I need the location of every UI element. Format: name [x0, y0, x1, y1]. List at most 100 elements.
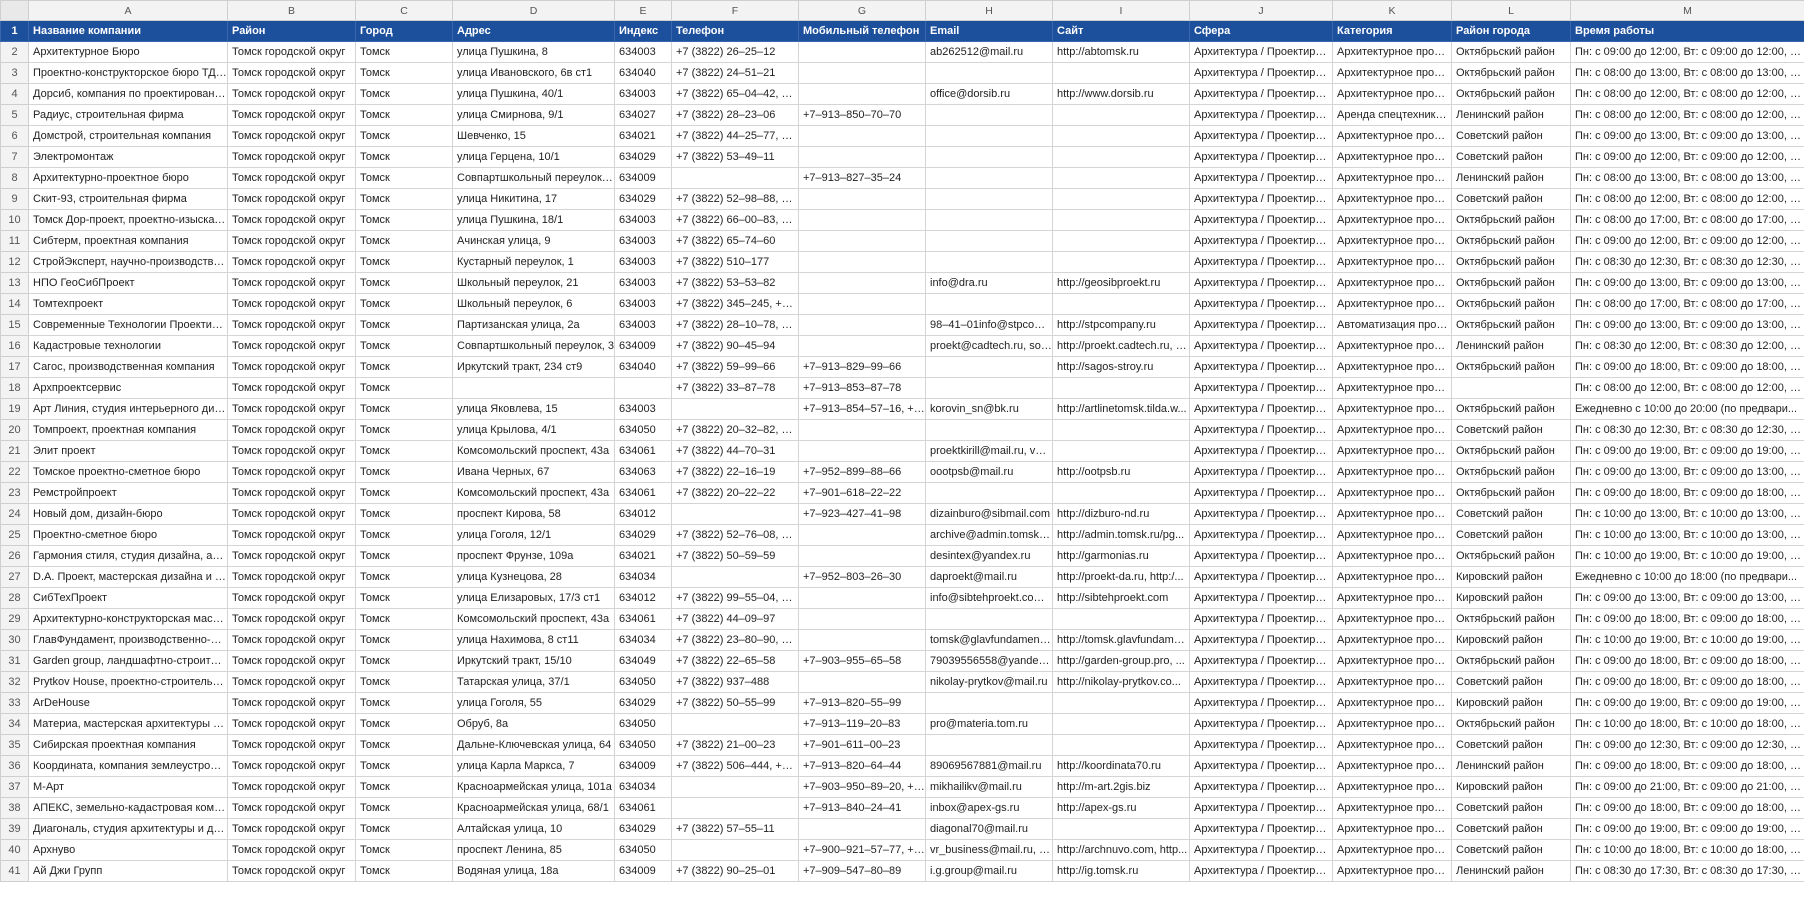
- row-number[interactable]: 10: [0, 209, 29, 231]
- data-cell[interactable]: Комсомольский проспект, 43а: [452, 482, 615, 504]
- data-cell[interactable]: [671, 398, 799, 420]
- data-cell[interactable]: Томск: [355, 713, 453, 735]
- data-cell[interactable]: Архитектурное проектиро...: [1332, 188, 1452, 210]
- data-cell[interactable]: +7‒913‒820‒64‒44: [798, 755, 926, 777]
- data-cell[interactable]: Томск городской округ: [227, 314, 356, 336]
- data-cell[interactable]: http://garmonias.ru: [1052, 545, 1190, 567]
- data-cell[interactable]: Новый дом, дизайн-бюро: [28, 503, 228, 525]
- column-letter-header[interactable]: H: [925, 0, 1053, 21]
- data-cell[interactable]: +7 (3822) 506‒444, +7 (...: [671, 755, 799, 777]
- data-cell[interactable]: Пн: с 08:00 до 13:00, Вт: с 08:00 до 13:…: [1570, 167, 1804, 189]
- data-cell[interactable]: +7 (3822) 90‒45‒94: [671, 335, 799, 357]
- data-cell[interactable]: Октябрьский район: [1451, 314, 1571, 336]
- data-cell[interactable]: Пн: с 09:00 до 12:00, Вт: с 09:00 до 12:…: [1570, 146, 1804, 168]
- data-cell[interactable]: Архитектурное проектиро...: [1332, 524, 1452, 546]
- data-cell[interactable]: Томск городской округ: [227, 209, 356, 231]
- header-cell[interactable]: Адрес: [452, 20, 615, 42]
- data-cell[interactable]: Ачинская улица, 9: [452, 230, 615, 252]
- data-cell[interactable]: Октябрьский район: [1451, 608, 1571, 630]
- data-cell[interactable]: Октябрьский район: [1451, 545, 1571, 567]
- data-cell[interactable]: Ежедневно с 10:00 до 18:00 (по предвари.…: [1570, 566, 1804, 588]
- data-cell[interactable]: Пн: с 08:00 до 12:00, Вт: с 08:00 до 12:…: [1570, 377, 1804, 399]
- data-cell[interactable]: +7 (3822) 53‒53‒82: [671, 272, 799, 294]
- data-cell[interactable]: 634009: [614, 167, 672, 189]
- data-cell[interactable]: Архитектура / Проектиров...: [1189, 713, 1333, 735]
- data-cell[interactable]: Архитектура / Проектиров...: [1189, 461, 1333, 483]
- data-cell[interactable]: [925, 146, 1053, 168]
- data-cell[interactable]: [925, 167, 1053, 189]
- data-cell[interactable]: Пн: с 10:00 до 13:00, Вт: с 10:00 до 13:…: [1570, 503, 1804, 525]
- header-cell[interactable]: Мобильный телефон: [798, 20, 926, 42]
- column-letter-header[interactable]: G: [798, 0, 926, 21]
- data-cell[interactable]: [798, 293, 926, 315]
- data-cell[interactable]: Алтайская улица, 10: [452, 818, 615, 840]
- data-cell[interactable]: Пн: с 09:00 до 18:00, Вт: с 09:00 до 18:…: [1570, 608, 1804, 630]
- data-cell[interactable]: Томск городской округ: [227, 734, 356, 756]
- data-cell[interactable]: Томск городской округ: [227, 293, 356, 315]
- data-cell[interactable]: Школьный переулок, 6: [452, 293, 615, 315]
- data-cell[interactable]: улица Нахимова, 8 ст11: [452, 629, 615, 651]
- data-cell[interactable]: [925, 188, 1053, 210]
- data-cell[interactable]: 634029: [614, 692, 672, 714]
- data-cell[interactable]: Томск городской округ: [227, 125, 356, 147]
- data-cell[interactable]: Материа, мастерская архитектуры и д...: [28, 713, 228, 735]
- data-cell[interactable]: [1052, 188, 1190, 210]
- data-cell[interactable]: Архитектура / Проектиров...: [1189, 566, 1333, 588]
- data-cell[interactable]: +7 (3822) 21‒00‒23: [671, 734, 799, 756]
- data-cell[interactable]: [925, 377, 1053, 399]
- data-cell[interactable]: Архитектурное проектиро...: [1332, 629, 1452, 651]
- data-cell[interactable]: Октябрьский район: [1451, 251, 1571, 273]
- data-cell[interactable]: Архитектура / Проектиров...: [1189, 860, 1333, 882]
- data-cell[interactable]: +7 (3822) 26‒25‒12: [671, 41, 799, 63]
- data-cell[interactable]: Архитектура / Проектиров...: [1189, 335, 1333, 357]
- data-cell[interactable]: Архитектурное проектиро...: [1332, 419, 1452, 441]
- data-cell[interactable]: Томск городской округ: [227, 398, 356, 420]
- data-cell[interactable]: [1052, 818, 1190, 840]
- data-cell[interactable]: [798, 272, 926, 294]
- data-cell[interactable]: [1052, 146, 1190, 168]
- row-number[interactable]: 38: [0, 797, 29, 819]
- data-cell[interactable]: Совпартшкольный переулок, 13: [452, 167, 615, 189]
- data-cell[interactable]: Garden group, ландшафтно-строитель...: [28, 650, 228, 672]
- data-cell[interactable]: Комсомольский проспект, 43а: [452, 608, 615, 630]
- data-cell[interactable]: Кировский район: [1451, 587, 1571, 609]
- data-cell[interactable]: [1052, 230, 1190, 252]
- data-cell[interactable]: Пн: с 09:00 до 18:00, Вт: с 09:00 до 18:…: [1570, 650, 1804, 672]
- data-cell[interactable]: +7 (3822) 23‒80‒90, 8‒...: [671, 629, 799, 651]
- data-cell[interactable]: Диагональ, студия архитектуры и диз...: [28, 818, 228, 840]
- data-cell[interactable]: ГлавФундамент, производственно-ст...: [28, 629, 228, 651]
- data-cell[interactable]: Советский район: [1451, 188, 1571, 210]
- data-cell[interactable]: Пн: с 10:00 до 19:00, Вт: с 10:00 до 19:…: [1570, 629, 1804, 651]
- data-cell[interactable]: Пн: с 08:00 до 17:00, Вт: с 08:00 до 17:…: [1570, 209, 1804, 231]
- data-cell[interactable]: +7 (3822) 44‒09‒97: [671, 608, 799, 630]
- data-cell[interactable]: Архитектура / Проектиров...: [1189, 209, 1333, 231]
- data-cell[interactable]: улица Пушкина, 40/1: [452, 83, 615, 105]
- data-cell[interactable]: 634027: [614, 104, 672, 126]
- data-cell[interactable]: [798, 62, 926, 84]
- data-cell[interactable]: [1052, 440, 1190, 462]
- column-letter-header[interactable]: K: [1332, 0, 1452, 21]
- data-cell[interactable]: Элит проект: [28, 440, 228, 462]
- data-cell[interactable]: Советский район: [1451, 125, 1571, 147]
- data-cell[interactable]: Архнуво: [28, 839, 228, 861]
- data-cell[interactable]: СибТехПроект: [28, 587, 228, 609]
- data-cell[interactable]: [925, 734, 1053, 756]
- data-cell[interactable]: Архитектура / Проектиров...: [1189, 62, 1333, 84]
- data-cell[interactable]: Ленинский район: [1451, 104, 1571, 126]
- data-cell[interactable]: Пн: с 09:00 до 18:00, Вт: с 09:00 до 18:…: [1570, 755, 1804, 777]
- data-cell[interactable]: archive@admin.tomsk, ...: [925, 524, 1053, 546]
- data-cell[interactable]: Томск: [355, 461, 453, 483]
- data-cell[interactable]: vr_business@mail.ru, vr_...: [925, 839, 1053, 861]
- data-cell[interactable]: ArDeHouse: [28, 692, 228, 714]
- data-cell[interactable]: Кадастровые технологии: [28, 335, 228, 357]
- data-cell[interactable]: Архитектура / Проектиров...: [1189, 314, 1333, 336]
- data-cell[interactable]: 634003: [614, 314, 672, 336]
- data-cell[interactable]: +7‒913‒119‒20‒83: [798, 713, 926, 735]
- data-cell[interactable]: [1052, 419, 1190, 441]
- row-number[interactable]: 22: [0, 461, 29, 483]
- data-cell[interactable]: [1052, 104, 1190, 126]
- data-cell[interactable]: Томское проектно-сметное бюро: [28, 461, 228, 483]
- data-cell[interactable]: Советский район: [1451, 797, 1571, 819]
- data-cell[interactable]: Томск: [355, 146, 453, 168]
- column-letter-header[interactable]: M: [1570, 0, 1804, 21]
